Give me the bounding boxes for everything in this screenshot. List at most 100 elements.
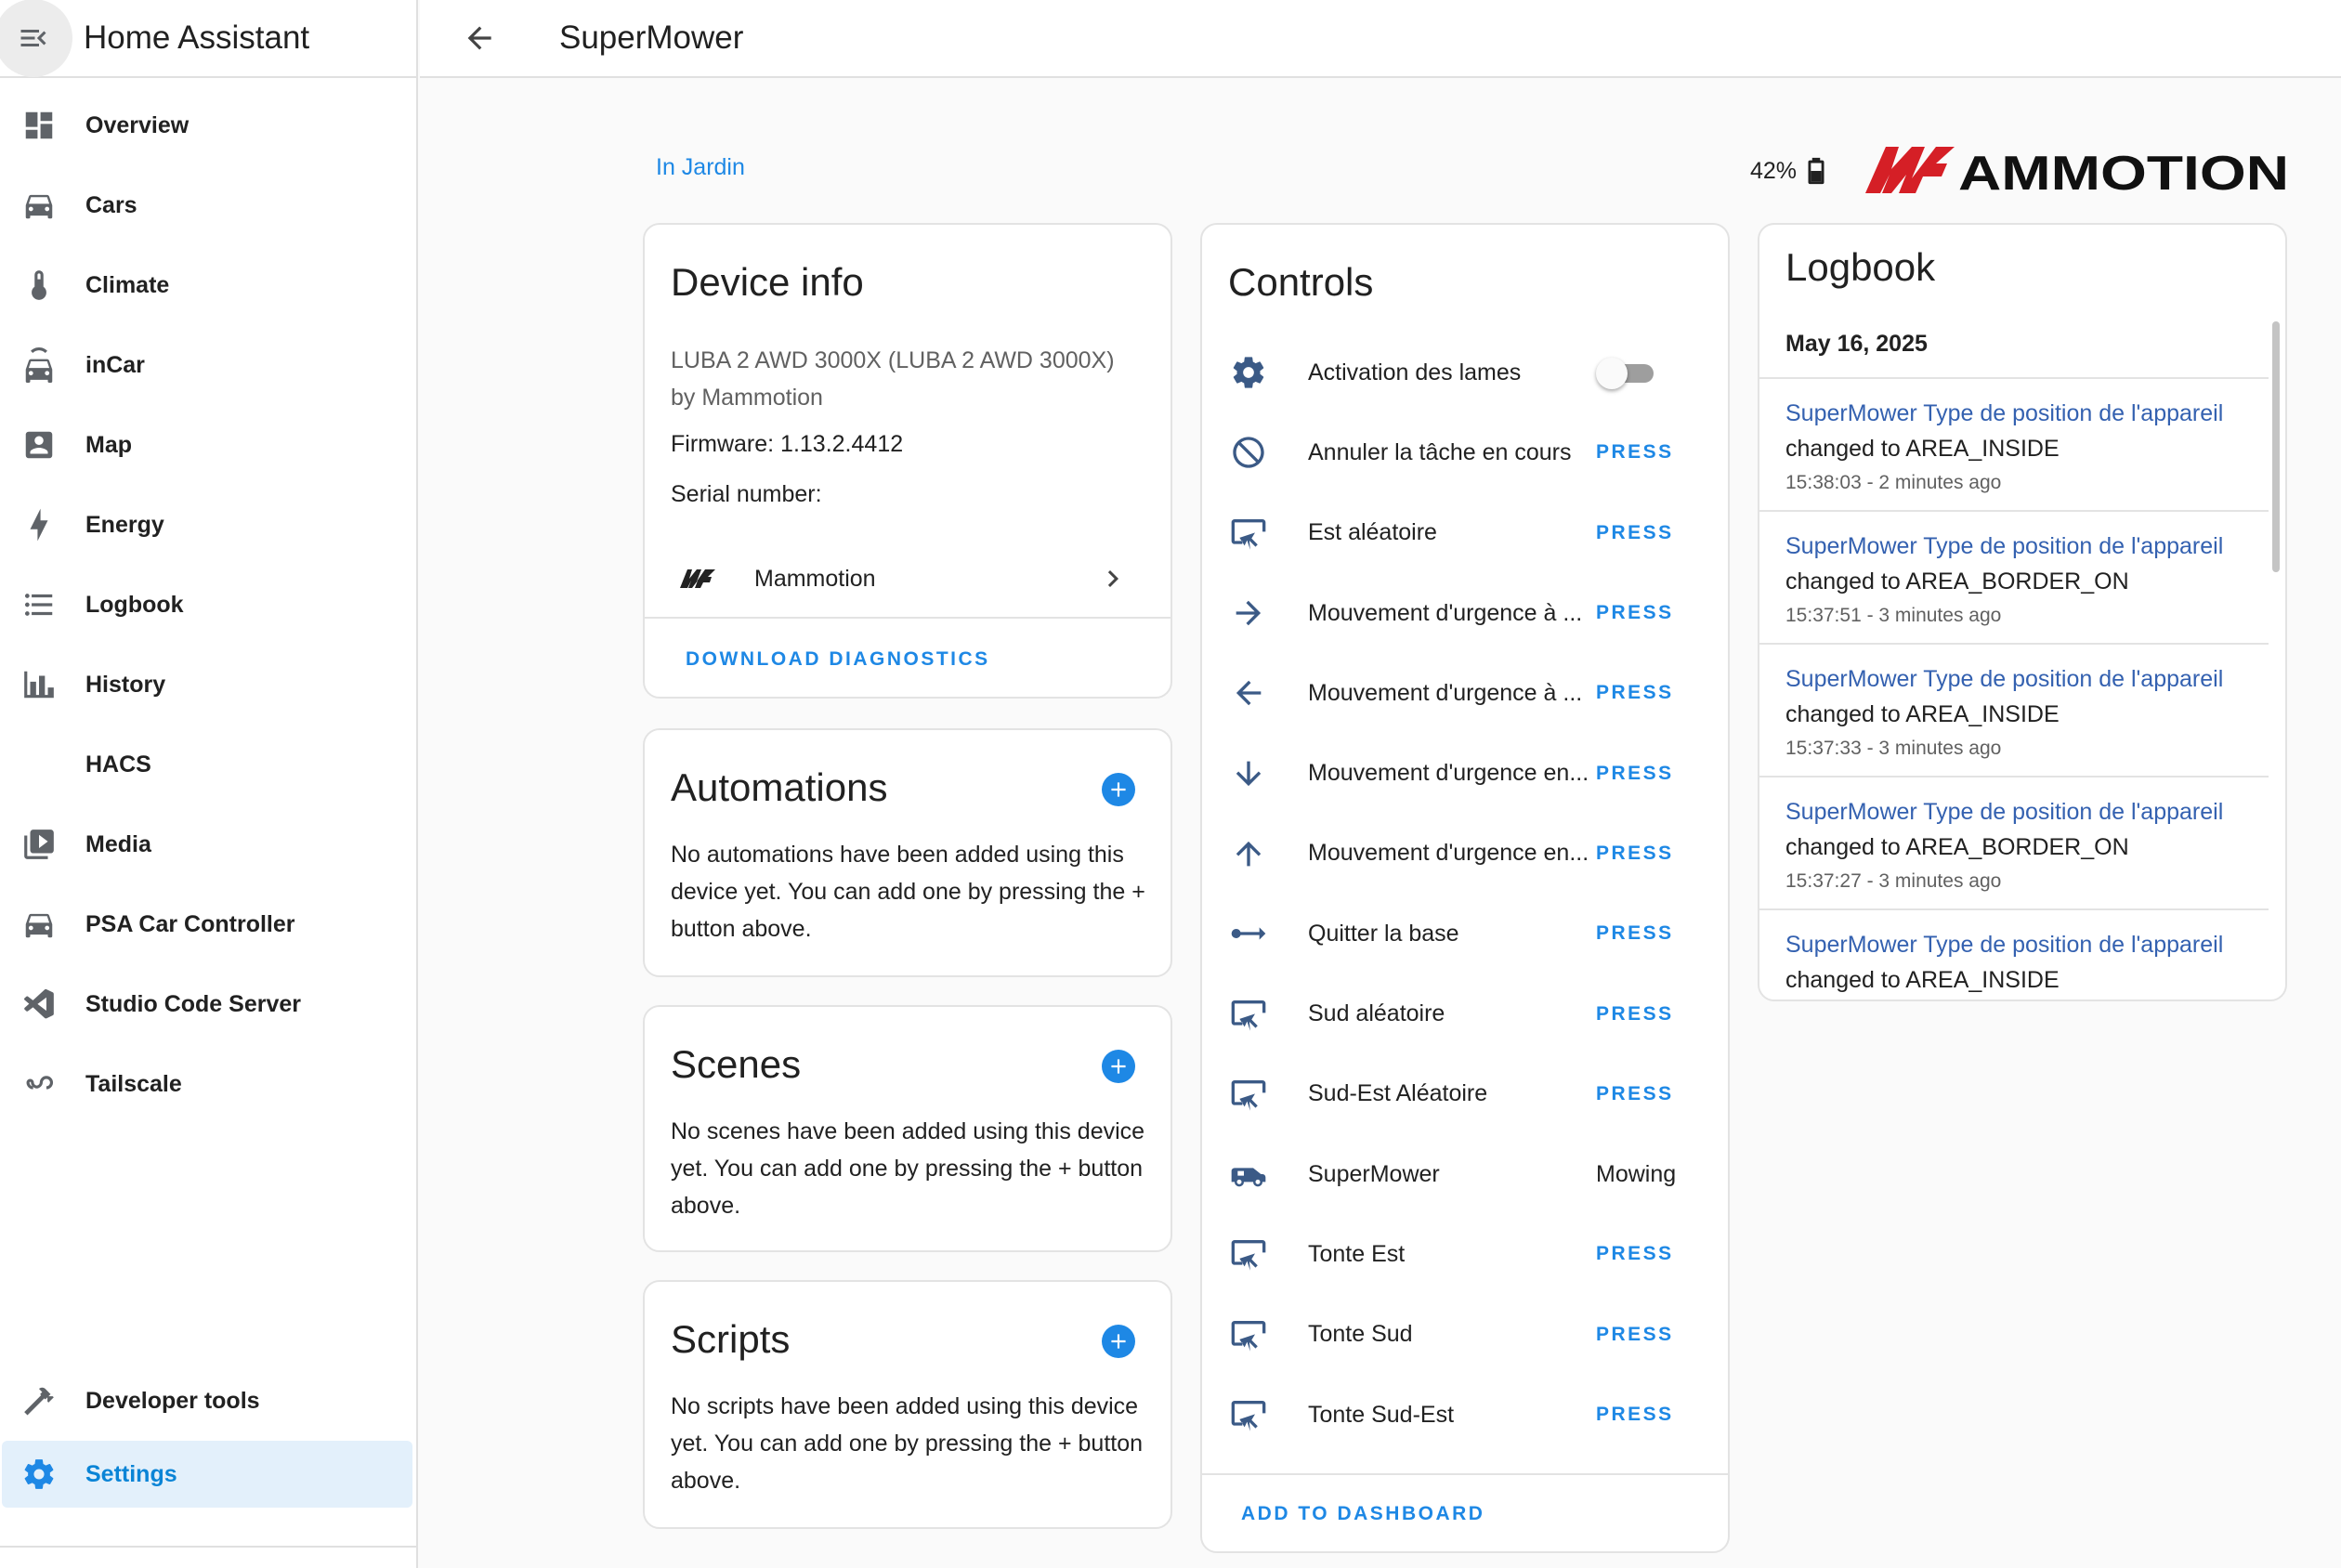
sidebar-item-label: PSA Car Controller	[85, 910, 295, 937]
controls-card: Controls Activation des lames Annuler la…	[1200, 223, 1730, 1553]
sidebar-item-studio-code-server[interactable]: Studio Code Server	[0, 964, 416, 1044]
control-row[interactable]: Est aléatoire PRESS	[1202, 493, 1728, 573]
control-name: Activation des lames	[1308, 359, 1522, 385]
press-button[interactable]: PRESS	[1596, 522, 1674, 544]
control-row[interactable]: Tonte Sud PRESS	[1202, 1295, 1728, 1375]
press-button[interactable]: PRESS	[1596, 843, 1674, 865]
add-scene-button[interactable]	[1102, 1050, 1135, 1083]
device-info-card: Device info LUBA 2 AWD 3000X (LUBA 2 AWD…	[643, 223, 1172, 699]
sidebar-item-energy[interactable]: Energy	[0, 485, 416, 565]
scripts-card: Scripts No scripts have been added using…	[643, 1280, 1172, 1529]
device-info-title: Device info	[671, 260, 864, 304]
controls-title: Controls	[1228, 260, 1374, 304]
arrow-left-icon	[1230, 674, 1267, 712]
control-name: Tonte Sud	[1308, 1321, 1413, 1348]
sidebar-item-map[interactable]: Map	[0, 405, 416, 485]
download-diagnostics-button[interactable]: DOWNLOAD DIAGNOSTICS	[686, 648, 990, 671]
sidebar-item-climate[interactable]: Climate	[0, 245, 416, 325]
control-name: Mouvement d'urgence en...	[1308, 760, 1589, 787]
arrow-right-icon	[1230, 595, 1267, 632]
press-button[interactable]: PRESS	[1596, 602, 1674, 624]
control-name: SuperMower	[1308, 1160, 1440, 1187]
press-button[interactable]: PRESS	[1596, 682, 1674, 704]
logbook-scrollbar[interactable]	[2272, 321, 2280, 572]
device-manufacturer: by Mammotion	[671, 385, 823, 411]
control-row[interactable]: Mouvement d'urgence à ... PRESS	[1202, 653, 1728, 733]
press-button[interactable]: PRESS	[1596, 763, 1674, 785]
sidebar-item-cars[interactable]: Cars	[0, 165, 416, 245]
logbook-list: SuperMower Type de position de l'apparei…	[1759, 377, 2269, 1000]
sidebar-item-psa-car-controller[interactable]: PSA Car Controller	[0, 884, 416, 964]
menu-toggle-button[interactable]	[0, 0, 72, 77]
logbook-entity-link[interactable]: SuperMower Type de position de l'apparei…	[1785, 927, 2269, 962]
logbook-entity-link[interactable]: SuperMower Type de position de l'apparei…	[1785, 396, 2269, 431]
scenes-title: Scenes	[671, 1042, 802, 1086]
control-row[interactable]: Tonte Est PRESS	[1202, 1214, 1728, 1294]
logbook-time: 15:37:27 - 3 minutes ago	[1785, 870, 2002, 892]
car-side-icon	[20, 906, 58, 943]
press-button[interactable]: PRESS	[1596, 1003, 1674, 1026]
logbook-entry: SuperMower Type de position de l'apparei…	[1759, 510, 2269, 643]
area-link[interactable]: In Jardin	[656, 154, 745, 181]
press-button[interactable]: PRESS	[1596, 922, 1674, 945]
gear-icon	[1230, 354, 1267, 391]
add-to-dashboard-button[interactable]: ADD TO DASHBOARD	[1241, 1503, 1484, 1525]
sidebar-item-label: Studio Code Server	[85, 990, 301, 1017]
battery-icon	[1808, 157, 1824, 185]
sidebar-item-logbook[interactable]: Logbook	[0, 565, 416, 645]
logbook-entry: SuperMower Type de position de l'apparei…	[1759, 908, 2269, 1000]
control-name: Annuler la tâche en cours	[1308, 438, 1572, 465]
control-name: Mouvement d'urgence en...	[1308, 840, 1589, 867]
scenes-card: Scenes No scenes have been added using t…	[643, 1005, 1172, 1252]
page-title: SuperMower	[559, 20, 744, 56]
back-button[interactable]	[442, 1, 517, 75]
press-button[interactable]: PRESS	[1596, 1243, 1674, 1265]
press-button[interactable]: PRESS	[1596, 441, 1674, 464]
logbook-time: 15:38:03 - 2 minutes ago	[1785, 472, 2002, 493]
sidebar-item-label: Overview	[85, 111, 190, 138]
sidebar-item-incar[interactable]: inCar	[0, 325, 416, 405]
logbook-entry: SuperMower Type de position de l'apparei…	[1759, 377, 2269, 510]
add-script-button[interactable]	[1102, 1325, 1135, 1358]
control-row[interactable]: Mouvement d'urgence en... PRESS	[1202, 814, 1728, 894]
sidebar-item-tailscale[interactable]: Tailscale	[0, 1044, 416, 1124]
control-row[interactable]: Annuler la tâche en cours PRESS	[1202, 412, 1728, 492]
control-name: Quitter la base	[1308, 920, 1459, 947]
logbook-entity-link[interactable]: SuperMower Type de position de l'apparei…	[1785, 661, 2269, 697]
control-row[interactable]: Sud aléatoire PRESS	[1202, 973, 1728, 1053]
control-row[interactable]: Tonte Sud-Est PRESS	[1202, 1375, 1728, 1455]
press-button[interactable]: PRESS	[1596, 1324, 1674, 1346]
blades-toggle[interactable]	[1596, 354, 1657, 391]
controls-list: Activation des lames Annuler la tâche en…	[1202, 333, 1728, 1455]
control-row[interactable]: Quitter la base PRESS	[1202, 894, 1728, 973]
gesture-tap-icon	[1230, 1235, 1267, 1273]
control-row[interactable]: Sud-Est Aléatoire PRESS	[1202, 1054, 1728, 1134]
integration-link[interactable]: Mammotion	[645, 541, 1170, 619]
sidebar-item-history[interactable]: History	[0, 645, 416, 725]
automations-empty-text: No automations have been added using thi…	[671, 842, 1145, 942]
press-button[interactable]: PRESS	[1596, 1404, 1674, 1426]
sidebar-item-label: Settings	[85, 1460, 177, 1487]
press-button[interactable]: PRESS	[1596, 1083, 1674, 1105]
logbook-time: 15:37:33 - 3 minutes ago	[1785, 738, 2002, 759]
control-row[interactable]: Mouvement d'urgence en... PRESS	[1202, 733, 1728, 813]
device-firmware: Firmware: 1.13.2.4412	[671, 431, 904, 457]
sidebar-item-media[interactable]: Media	[0, 804, 416, 884]
ray-start-arrow-icon	[1230, 915, 1267, 952]
sidebar-item-settings[interactable]: Settings	[2, 1441, 412, 1508]
sidebar-item-overview[interactable]: Overview	[0, 85, 416, 165]
sidebar-item-label: Cars	[85, 191, 137, 218]
control-row[interactable]: Activation des lames	[1202, 333, 1728, 412]
hacs-icon	[20, 746, 58, 783]
logbook-entity-link[interactable]: SuperMower Type de position de l'apparei…	[1785, 529, 2269, 564]
sidebar-item-label: Energy	[85, 511, 164, 538]
control-row[interactable]: Mouvement d'urgence à ... PRESS	[1202, 573, 1728, 653]
sidebar-item-hacs[interactable]: HACS	[0, 725, 416, 804]
control-row[interactable]: SuperMower Mowing	[1202, 1134, 1728, 1214]
scripts-empty-text: No scripts have been added using this de…	[671, 1393, 1144, 1494]
add-automation-button[interactable]	[1102, 773, 1135, 806]
logbook-entity-link[interactable]: SuperMower Type de position de l'apparei…	[1785, 794, 2269, 830]
car-front-icon	[20, 346, 58, 384]
sidebar-item-developer-tools[interactable]: Developer tools	[0, 1361, 418, 1441]
logbook-change: changed to AREA_INSIDE	[1785, 967, 2060, 993]
